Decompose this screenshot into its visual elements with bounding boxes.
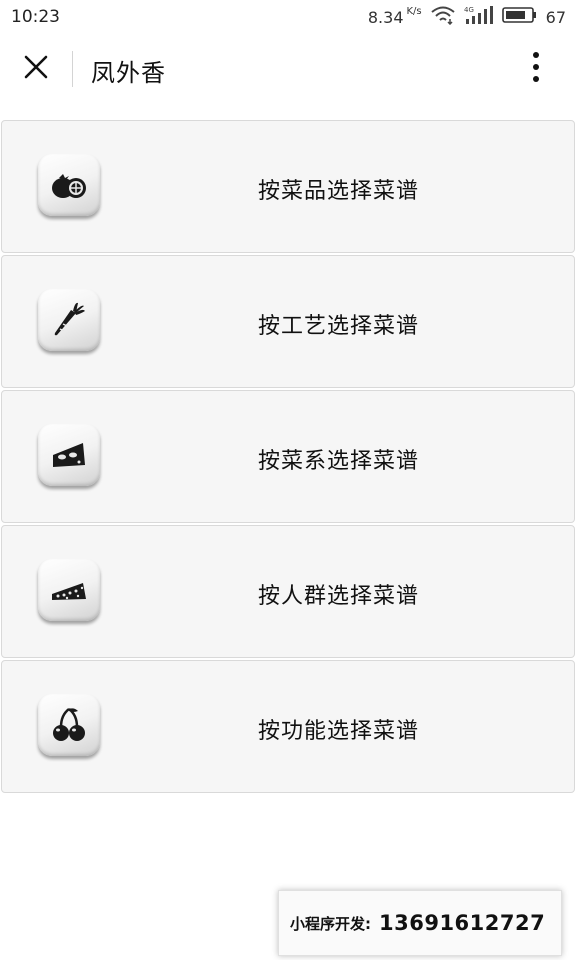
- menu-item-label: 按菜品选择菜谱: [258, 179, 420, 204]
- more-button[interactable]: [516, 49, 556, 89]
- menu-item-label: 按功能选择菜谱: [258, 719, 420, 744]
- menu-item-dish[interactable]: 按菜品选择菜谱: [1, 120, 575, 253]
- header-bar: 凤外香: [0, 34, 576, 104]
- header-divider: [72, 51, 73, 87]
- page-title: 凤外香: [91, 59, 166, 87]
- menu-item-label: 按人群选择菜谱: [258, 584, 420, 609]
- close-icon: [23, 54, 49, 84]
- tomato-icon: [49, 165, 89, 205]
- developer-label: 小程序开发:: [290, 914, 371, 933]
- menu-item-technique[interactable]: 按工艺选择菜谱: [1, 255, 575, 388]
- menu-item-function[interactable]: 按功能选择菜谱: [1, 660, 575, 793]
- cherries-icon: [49, 705, 89, 745]
- menu-icon-tile: [38, 424, 100, 486]
- menu-icon-tile: [38, 154, 100, 216]
- menu-item-label: 按菜系选择菜谱: [258, 449, 420, 474]
- menu-icon-tile: [38, 289, 100, 351]
- cake-slice-icon: [49, 570, 89, 610]
- signal-4g-icon: 4G: [464, 5, 494, 29]
- cheese-mask-icon: [49, 435, 89, 475]
- menu-item-cuisine[interactable]: 按菜系选择菜谱: [1, 390, 575, 523]
- developer-phone: 13691612727: [379, 911, 546, 935]
- network-speed: 8.34 K/s: [367, 5, 422, 27]
- more-vertical-icon: [531, 51, 541, 87]
- carrot-icon: [49, 300, 89, 340]
- developer-contact-badge: 小程序开发: 13691612727: [278, 890, 562, 956]
- menu-item-label: 按工艺选择菜谱: [258, 314, 420, 339]
- network-speed-unit: K/s: [406, 5, 422, 17]
- battery-icon: [501, 6, 538, 28]
- menu-icon-tile: [38, 694, 100, 756]
- network-speed-value: 8.34: [367, 7, 404, 27]
- status-bar: 10:23 8.34 K/s 4G 67: [0, 0, 576, 34]
- status-indicators: 8.34 K/s 4G 67: [368, 6, 566, 28]
- battery-percent: 67: [545, 7, 566, 27]
- close-button[interactable]: [18, 51, 54, 87]
- wifi-icon: [430, 5, 456, 29]
- menu-icon-tile: [38, 559, 100, 621]
- menu-list: 按菜品选择菜谱 按工艺选择菜谱 按菜系选择菜谱 按人群选择菜谱 按功能选择菜谱: [0, 120, 576, 795]
- status-time: 10:23: [11, 7, 60, 27]
- svg-text:4G: 4G: [464, 6, 474, 14]
- menu-item-crowd[interactable]: 按人群选择菜谱: [1, 525, 575, 658]
